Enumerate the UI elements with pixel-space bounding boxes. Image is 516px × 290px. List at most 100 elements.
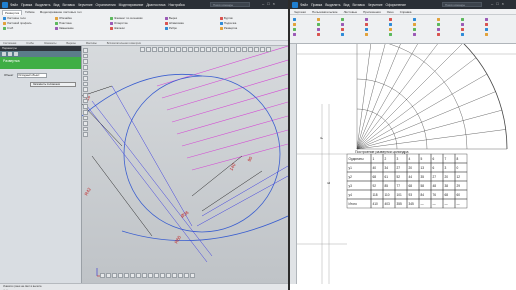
ribbon-command[interactable]	[389, 17, 392, 21]
view-tool-button[interactable]	[154, 273, 159, 278]
ribbon-command[interactable]: Буртик	[220, 16, 237, 20]
ribbon-command[interactable]	[341, 22, 344, 26]
view-tool-button[interactable]	[100, 273, 105, 278]
ribbon-command[interactable]	[341, 33, 344, 37]
ribbon-command[interactable]	[389, 27, 392, 31]
save-position-button[interactable]: Запомнить положение	[30, 81, 76, 87]
close-icon[interactable]: ×	[502, 1, 504, 6]
ribbon-command[interactable]: Сгиб	[3, 26, 32, 30]
minimize-icon[interactable]: –	[262, 1, 264, 6]
menu-item[interactable]: Черчение	[368, 3, 383, 7]
menu-item[interactable]: Правка	[311, 3, 322, 7]
view-tool-button[interactable]	[188, 47, 193, 52]
ribbon-command[interactable]	[389, 22, 392, 26]
view-tool-button[interactable]	[230, 47, 235, 52]
ribbon-tab[interactable]: Моделирование листовых тел	[38, 10, 84, 14]
ribbon-command[interactable]	[293, 22, 296, 26]
ribbon-command[interactable]: Замыкание	[55, 26, 74, 30]
view-tool-button[interactable]	[83, 87, 88, 92]
ribbon-tab[interactable]: Листовые	[342, 10, 360, 14]
menu-item[interactable]: Вид	[343, 3, 349, 7]
menu-item[interactable]: Вставка	[352, 3, 364, 7]
view-tool-button[interactable]	[158, 47, 163, 52]
ribbon-command[interactable]	[317, 27, 320, 31]
ribbon-tab[interactable]: Окно	[385, 10, 396, 14]
ribbon-command[interactable]: Обечайка	[55, 16, 74, 20]
ribbon-command[interactable]	[461, 33, 464, 37]
ribbon-group-label[interactable]: Сгибы	[26, 42, 34, 45]
ribbon-command[interactable]	[437, 17, 440, 21]
view-tool-button[interactable]	[83, 126, 88, 132]
view-tool-button[interactable]	[83, 70, 88, 76]
view-tool-button[interactable]	[146, 47, 151, 52]
maximize-icon[interactable]: □	[267, 1, 269, 6]
ribbon-tab[interactable]: Гибкие	[23, 10, 37, 14]
ribbon-command[interactable]	[389, 33, 392, 37]
ribbon-command[interactable]: Подсечка	[220, 21, 237, 25]
view-tool-button[interactable]	[248, 47, 253, 52]
ribbon-command[interactable]	[461, 27, 464, 31]
ribbon-command[interactable]	[461, 22, 464, 26]
view-tool-button[interactable]	[184, 273, 189, 278]
view-tool-button[interactable]	[124, 273, 129, 278]
ribbon-command[interactable]	[413, 27, 416, 31]
ribbon-group-label[interactable]: Массивы	[86, 42, 97, 45]
menu-item[interactable]: Оформление	[386, 3, 406, 7]
view-tool-button[interactable]	[112, 273, 117, 278]
menu-item[interactable]: Ограничения	[96, 3, 116, 7]
menu-item[interactable]: Выделить	[325, 3, 340, 7]
view-tool-button[interactable]	[178, 273, 183, 278]
view-tool-button[interactable]	[266, 47, 271, 52]
menu-item[interactable]: Файл	[300, 3, 308, 7]
object-field[interactable]: Исходный объект	[16, 73, 47, 78]
right-search-input[interactable]: Поиск команды	[442, 1, 482, 7]
menu-item[interactable]: Диагностика	[146, 3, 165, 7]
ribbon-command[interactable]	[437, 22, 440, 26]
close-icon[interactable]: ×	[273, 1, 275, 6]
view-tool-button[interactable]	[83, 81, 88, 87]
ribbon-command[interactable]	[485, 33, 488, 37]
ribbon-tab[interactable]: Справка	[398, 10, 414, 14]
view-tool-button[interactable]	[176, 47, 181, 52]
view-tool-button[interactable]	[140, 47, 145, 52]
menu-item[interactable]: Настройка	[168, 3, 184, 7]
menu-item[interactable]: Выделить	[35, 3, 50, 7]
ribbon-command[interactable]: Элемент по сечениям	[110, 16, 142, 20]
ribbon-group-label[interactable]: Вырезы	[66, 42, 75, 45]
ribbon-command[interactable]	[365, 27, 368, 31]
view-tool-button[interactable]	[83, 48, 88, 53]
ribbon-tab[interactable]: Чертежи	[292, 10, 308, 14]
view-tool-button[interactable]	[83, 59, 88, 64]
ribbon-command[interactable]: Ребро	[165, 26, 184, 30]
view-tool-button[interactable]	[106, 273, 111, 278]
ribbon-command[interactable]	[485, 27, 488, 31]
view-tool-button[interactable]	[218, 47, 223, 52]
ribbon-command[interactable]: Листовое тело	[3, 16, 32, 20]
menu-item[interactable]: Моделирование	[119, 3, 144, 7]
ribbon-command[interactable]	[413, 22, 416, 26]
ribbon-command[interactable]	[317, 33, 320, 37]
view-tool-button[interactable]	[136, 273, 141, 278]
view-tool-button[interactable]	[148, 273, 153, 278]
view-tool-button[interactable]	[166, 273, 171, 278]
ribbon-command[interactable]	[485, 22, 488, 26]
ribbon-command[interactable]: Жалюзи	[110, 26, 142, 30]
view-tool-button[interactable]	[194, 47, 199, 52]
view-tool-button[interactable]	[142, 273, 147, 278]
view-tool-button[interactable]	[172, 273, 177, 278]
view-tool-button[interactable]	[83, 121, 88, 126]
minimize-icon[interactable]: –	[491, 1, 493, 6]
view-tool-button[interactable]	[200, 47, 205, 52]
ribbon-tab[interactable]: Пользовательские	[310, 10, 340, 14]
view-tool-button[interactable]	[83, 53, 88, 59]
ribbon-group-label[interactable]: Элементы	[44, 42, 56, 45]
view-tool-button[interactable]	[182, 47, 187, 52]
view-tool-button[interactable]	[83, 93, 88, 98]
left-search-input[interactable]: Поиск команды	[210, 1, 250, 7]
ribbon-command[interactable]	[293, 27, 296, 31]
menu-item[interactable]: Файл	[10, 3, 18, 7]
ribbon-command[interactable]	[365, 22, 368, 26]
ribbon-tab[interactable]: Приложения	[361, 10, 383, 14]
ribbon-command[interactable]	[293, 33, 296, 37]
view-tool-button[interactable]	[83, 76, 88, 81]
